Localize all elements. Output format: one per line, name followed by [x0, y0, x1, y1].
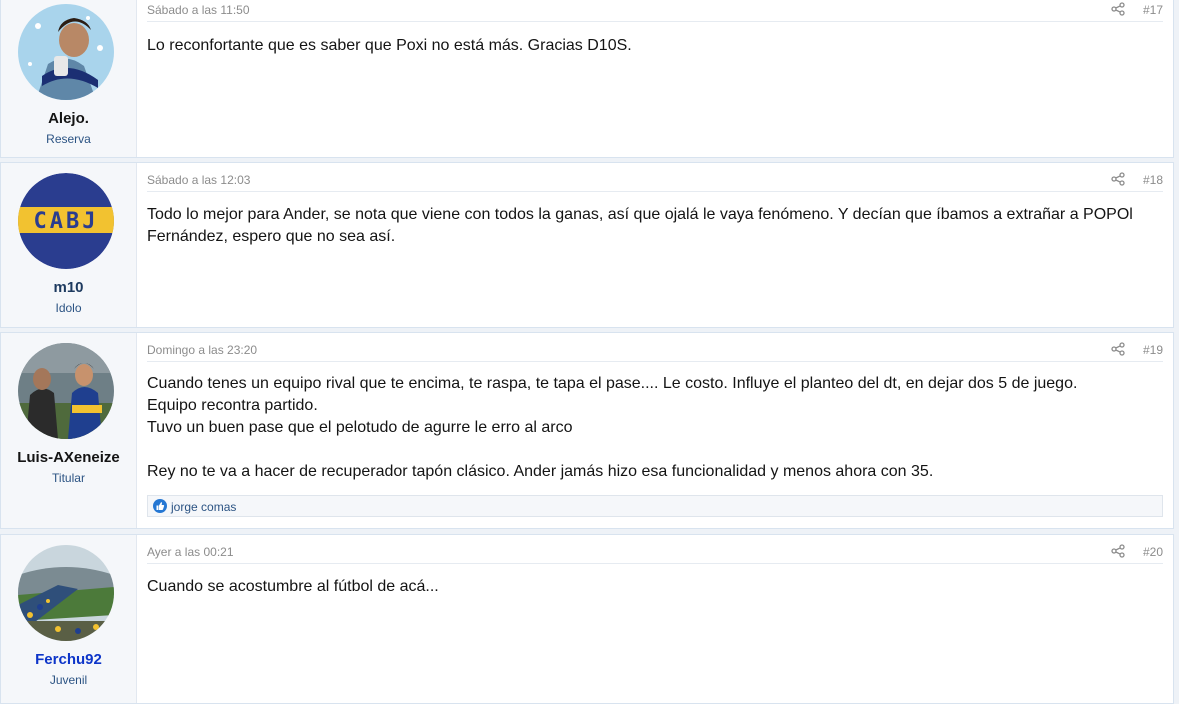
post-body: Cuando se acostumbre al fútbol de acá... — [147, 576, 1159, 598]
post-number-link[interactable]: #18 — [1143, 173, 1163, 187]
post-number-link[interactable]: #17 — [1143, 3, 1163, 17]
user-title: Idolo — [55, 301, 82, 315]
username[interactable]: m10 — [1, 279, 136, 296]
share-icon[interactable] — [1111, 172, 1125, 186]
post-date[interactable]: Domingo a las 23:20 — [147, 343, 257, 357]
post-user-panel: Ferchu92 Juvenil — [1, 535, 137, 703]
post-text-line: Tuvo un buen pase que el pelotudo de agu… — [147, 419, 573, 436]
post-body: Todo lo mejor para Ander, se nota que vi… — [147, 204, 1159, 248]
reaction-user-link[interactable]: jorge comas — [171, 500, 236, 514]
share-icon[interactable] — [1111, 544, 1125, 558]
post-user-panel: CABJ m10 Idolo — [1, 163, 137, 327]
username[interactable]: Luis-AXeneize — [1, 449, 136, 466]
post-text-line: Equipo recontra partido. — [147, 397, 318, 414]
user-title: Titular — [52, 471, 85, 485]
like-icon — [153, 499, 167, 513]
post: Alejo. Reserva Sábado a las 11:50 #17 Lo… — [0, 0, 1174, 158]
username[interactable]: Alejo. — [1, 110, 136, 127]
post-date[interactable]: Sábado a las 11:50 — [147, 3, 250, 17]
post: Luis-AXeneize Titular Domingo a las 23:2… — [0, 332, 1174, 529]
post-header: Sábado a las 12:03 #18 — [147, 169, 1163, 192]
post-text-line — [147, 439, 1159, 461]
avatar-text: CABJ — [34, 209, 99, 234]
avatar[interactable] — [18, 4, 114, 100]
avatar[interactable] — [18, 343, 114, 439]
post-main: Domingo a las 23:20 #19 Cuando tenes un … — [137, 333, 1173, 528]
post-date[interactable]: Sábado a las 12:03 — [147, 173, 250, 187]
username[interactable]: Ferchu92 — [1, 651, 136, 668]
post: Ferchu92 Juvenil Ayer a las 00:21 #20 Cu… — [0, 534, 1174, 704]
post-user-panel: Luis-AXeneize Titular — [1, 333, 137, 528]
reactions-bar[interactable]: jorge comas — [147, 495, 1163, 517]
post-header: Domingo a las 23:20 #19 — [147, 339, 1163, 362]
post-text-line: Cuando tenes un equipo rival que te enci… — [147, 375, 1078, 392]
post-header: Ayer a las 00:21 #20 — [147, 541, 1163, 564]
post-number-link[interactable]: #19 — [1143, 343, 1163, 357]
post-body: Cuando tenes un equipo rival que te enci… — [147, 373, 1159, 483]
post-user-panel: Alejo. Reserva — [1, 0, 137, 157]
avatar[interactable]: CABJ — [18, 173, 114, 269]
post-main: Ayer a las 00:21 #20 Cuando se acostumbr… — [137, 535, 1173, 703]
post-main: Sábado a las 11:50 #17 Lo reconfortante … — [137, 0, 1173, 157]
share-icon[interactable] — [1111, 2, 1125, 16]
post-text-line: Cuando se acostumbre al fútbol de acá... — [147, 578, 439, 595]
post: CABJ m10 Idolo Sábado a las 12:03 #18 To… — [0, 162, 1174, 328]
user-title: Reserva — [46, 132, 91, 146]
post-text-line: Lo reconfortante que es saber que Poxi n… — [147, 37, 632, 54]
post-text-line: Todo lo mejor para Ander, se nota que vi… — [147, 206, 1133, 245]
post-date[interactable]: Ayer a las 00:21 — [147, 545, 234, 559]
avatar[interactable] — [18, 545, 114, 641]
post-body: Lo reconfortante que es saber que Poxi n… — [147, 35, 1159, 57]
share-icon[interactable] — [1111, 342, 1125, 356]
post-header: Sábado a las 11:50 #17 — [147, 0, 1163, 22]
post-main: Sábado a las 12:03 #18 Todo lo mejor par… — [137, 163, 1173, 327]
user-title: Juvenil — [49, 673, 88, 687]
post-text-line: Rey no te va a hacer de recuperador tapó… — [147, 463, 934, 480]
post-number-link[interactable]: #20 — [1143, 545, 1163, 559]
